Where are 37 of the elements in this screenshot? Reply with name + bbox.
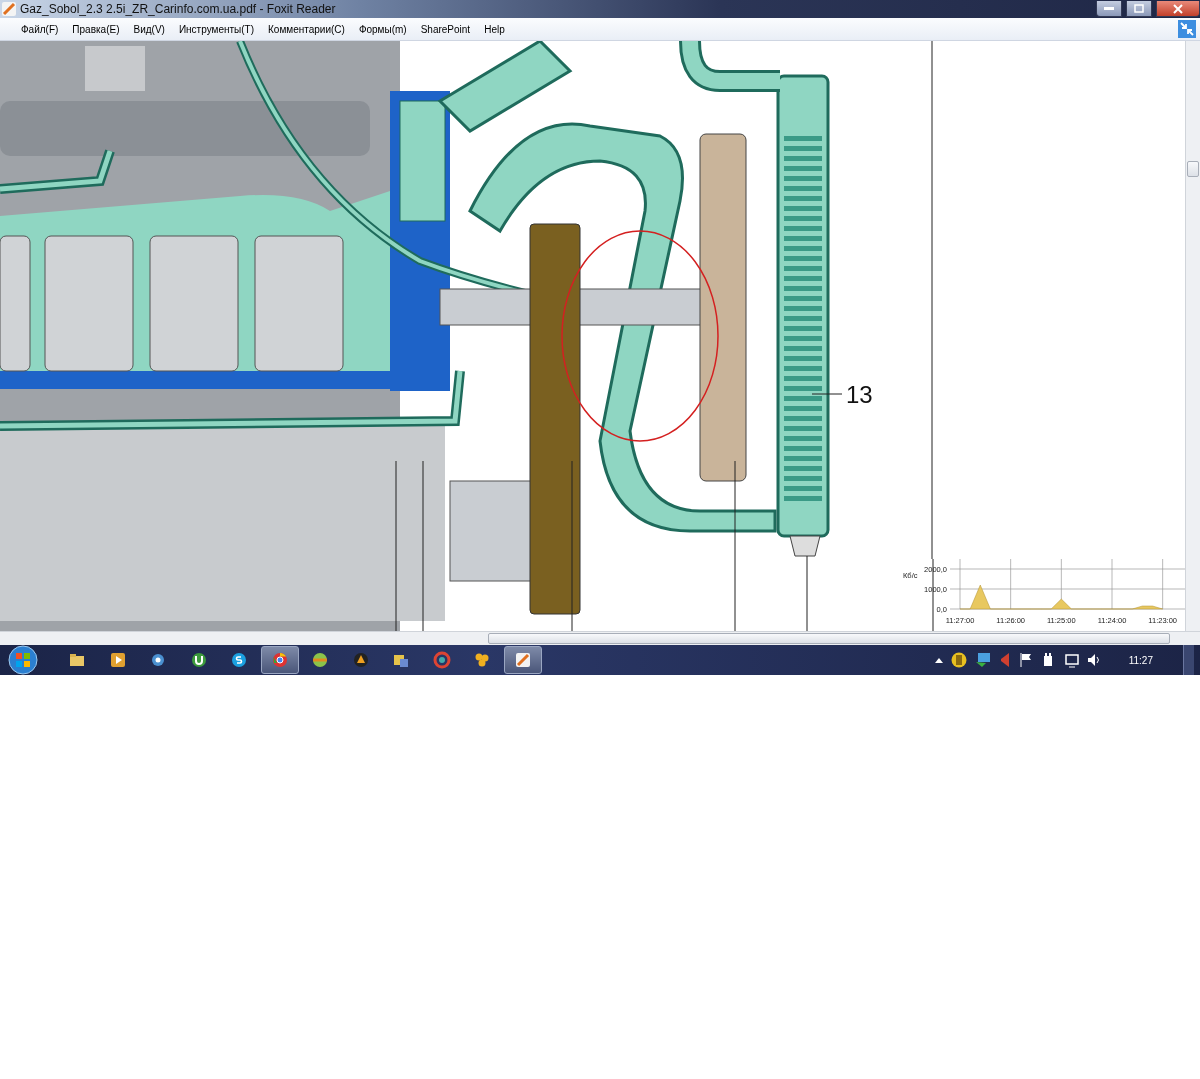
browser-icon <box>270 651 289 669</box>
ball-icon <box>311 651 329 669</box>
maximize-icon <box>1134 4 1144 13</box>
taskbar-button[interactable] <box>503 646 542 674</box>
minimize-icon <box>1104 6 1114 11</box>
vertical-scrollbar[interactable] <box>1185 41 1200 631</box>
network-icon[interactable] <box>974 652 991 668</box>
menu-item[interactable]: Правка(E) <box>65 23 127 35</box>
close-button[interactable] <box>1156 1 1200 17</box>
window-title: Gaz_Sobol_2.3 2.5i_ZR_Carinfo.com.ua.pdf - Foxit Reader <box>20 2 337 16</box>
globe-icon <box>149 651 167 669</box>
monitor-icon[interactable] <box>1062 652 1079 668</box>
menu-item[interactable]: Вид(V) <box>126 23 172 35</box>
close-icon <box>1173 3 1183 14</box>
chat-icon <box>230 651 248 669</box>
pdf-reader-icon <box>513 651 532 669</box>
taskbar-button[interactable] <box>260 646 299 674</box>
menu-item[interactable]: SharePoint <box>413 23 478 35</box>
callout-number: 13 <box>846 381 873 408</box>
clock[interactable]: 11:27 <box>1128 654 1153 666</box>
menu-item[interactable]: Help <box>477 23 512 35</box>
menu-item[interactable]: Инструменты(T) <box>171 23 261 35</box>
volume-icon[interactable] <box>1086 652 1101 668</box>
minimize-button[interactable] <box>1096 1 1122 17</box>
show-hidden-icons-icon[interactable] <box>934 657 943 663</box>
horizontal-scrollbar[interactable] <box>0 631 1200 645</box>
start-button[interactable] <box>6 645 40 675</box>
flag-icon[interactable] <box>1018 652 1033 668</box>
app-icon <box>2 2 16 16</box>
menu-item[interactable]: Комментарии(C) <box>261 23 352 35</box>
torrent-icon <box>189 651 208 669</box>
flower-icon <box>473 651 491 669</box>
maximize-button[interactable] <box>1126 1 1152 17</box>
folder-icon <box>68 651 86 669</box>
menu-item[interactable]: Формы(m) <box>351 23 414 35</box>
menu-item[interactable]: Файл(F) <box>14 23 66 35</box>
play-icon <box>108 651 127 669</box>
